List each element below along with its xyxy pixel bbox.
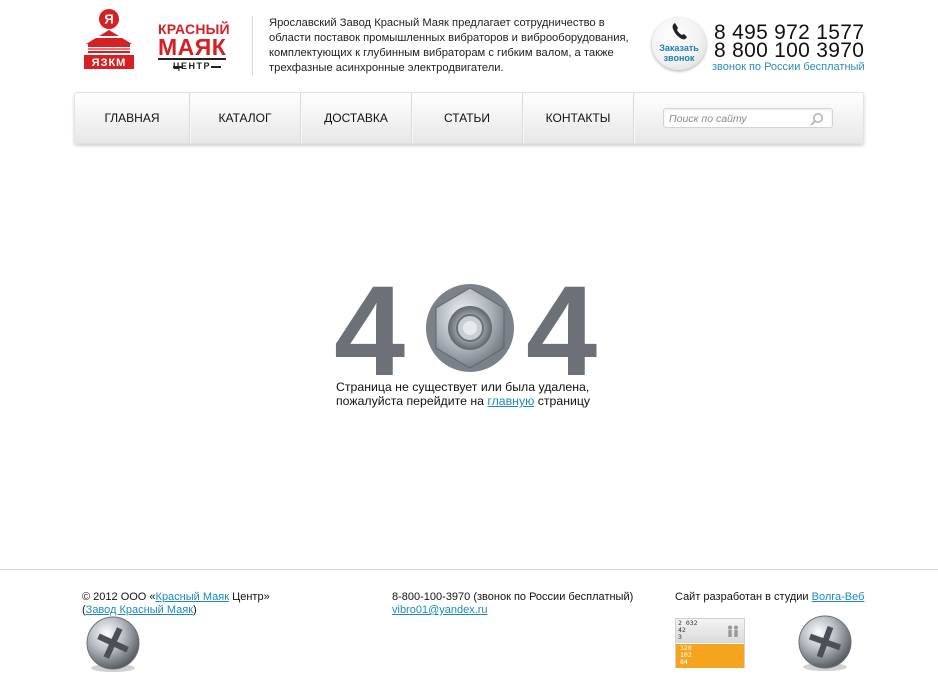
screw-icon [86,616,140,672]
header-divider [252,16,253,76]
error-line2: пожалуйста перейдите на главную страницу [336,394,591,408]
header-description: Ярославский Завод Красный Маяк предлагае… [269,17,629,74]
footer-divider [0,569,938,570]
callback-label: Заказать звонок [659,43,699,63]
logo[interactable]: Я ЯЗКМ КРАСНЫЙ МАЯК ЦЕНТР [82,8,232,72]
footer-email-link[interactable]: vibro01@yandex.ru [392,604,488,616]
lighthouse-emblem-icon: Я ЯЗКМ [84,9,134,69]
error-line1: Страница не существует или была удалена, [336,380,590,394]
counter-top-panel: 2 032 42 3 [676,619,744,643]
footer-copyright: © 2012 ООО «Красный Маяк Центр» (Завод К… [82,591,270,616]
nav-item-articles[interactable]: СТАТЬИ [412,93,522,143]
footer-developer: Сайт разработан в студии Волга-Веб [675,591,865,603]
brand-wordmark: КРАСНЫЙ МАЯК ЦЕНТР [158,22,232,71]
phone-icon [672,23,687,40]
footer-phone: 8-800-100-3970 (звонок по России бесплат… [392,591,634,603]
nav-separator [633,93,634,143]
main-nav: ГЛАВНАЯ КАТАЛОГ ДОСТАВКА СТАТЬИ КОНТАКТЫ [74,92,864,144]
hex-nut-icon [426,284,514,372]
error-digit-right: 4 [526,260,598,403]
emblem-banner-text: ЯЗКМ [92,57,127,69]
counter-bottom-panel: 320 102 84 [676,644,744,691]
screw-icon [798,615,852,671]
brand-line3: ЦЕНТР [158,58,226,71]
emblem-letter: Я [104,12,113,27]
visit-counter[interactable]: 2 032 42 3 320 102 84 [675,618,745,691]
counter-value: 84 [680,658,688,666]
footer-contacts: 8-800-100-3970 (звонок по России бесплат… [392,591,652,617]
counter-value: 3 [678,633,682,641]
people-icon [728,625,738,637]
error-digit-left: 4 [334,260,406,403]
search-box [663,108,833,128]
error-message: Страница не существует или была удалена,… [336,380,656,408]
callback-button[interactable]: Заказать звонок [652,18,706,70]
phone-number-tollfree: 8 800 100 3970 [714,39,865,62]
arrow-icon [718,672,740,691]
search-input[interactable] [669,111,804,126]
studio-link[interactable]: Волга-Веб [812,591,865,603]
nav-item-catalog[interactable]: КАТАЛОГ [190,93,300,143]
nav-item-contacts[interactable]: КОНТАКТЫ [523,93,633,143]
home-link[interactable]: главную [487,394,534,408]
company-link[interactable]: Красный Маяк [156,591,230,603]
search-icon[interactable] [810,112,824,126]
nav-item-home[interactable]: ГЛАВНАЯ [75,93,189,143]
nav-item-delivery[interactable]: ДОСТАВКА [301,93,411,143]
phone-note: звонок по России бесплатный [712,61,865,73]
brand-line2: МАЯК [158,34,227,60]
